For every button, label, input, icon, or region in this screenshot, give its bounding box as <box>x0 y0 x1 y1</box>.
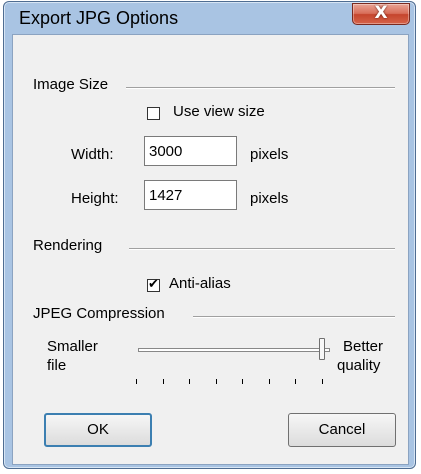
slider-tick <box>295 379 297 384</box>
use-view-size-label[interactable]: Use view size <box>173 103 265 120</box>
dialog-title: Export JPG Options <box>19 8 179 28</box>
rendering-section-label: Rendering <box>33 237 103 254</box>
rendering-divider <box>129 248 395 250</box>
slider-tick <box>162 379 164 384</box>
close-button[interactable]: X <box>352 3 410 25</box>
anti-alias-label[interactable]: Anti-alias <box>169 275 231 292</box>
jpeg-compression-divider <box>193 316 395 318</box>
width-label: Width: <box>71 146 114 163</box>
image-size-divider <box>126 87 395 89</box>
ok-button[interactable]: OK <box>44 413 152 447</box>
smaller-label-line2: file <box>47 357 67 374</box>
height-label: Height: <box>71 190 119 207</box>
smaller-label-line1: Smaller <box>47 338 98 355</box>
height-unit-label: pixels <box>250 190 289 207</box>
quality-slider-thumb[interactable] <box>319 338 325 360</box>
height-input[interactable] <box>144 180 237 210</box>
cancel-button[interactable]: Cancel <box>288 413 396 447</box>
slider-tick <box>322 379 323 384</box>
title-bar[interactable]: Export JPG Options X <box>4 2 415 36</box>
slider-tick <box>136 379 137 384</box>
jpeg-compression-section-label: JPEG Compression <box>33 305 165 322</box>
export-jpg-options-dialog: Export JPG Options X Image Size Use view… <box>3 1 416 469</box>
width-unit-label: pixels <box>250 146 289 163</box>
better-label-line1: Better <box>343 338 384 355</box>
slider-tick <box>215 379 217 384</box>
width-input[interactable] <box>144 136 237 166</box>
use-view-size-checkbox[interactable] <box>147 107 160 120</box>
slider-tick <box>242 379 244 384</box>
image-size-section-label: Image Size <box>33 76 109 93</box>
quality-slider-track[interactable] <box>138 348 330 352</box>
checkmark-icon: ✔ <box>148 277 159 292</box>
better-label-line2: quality <box>337 357 381 374</box>
dialog-content: Image Size Use view size Width: pixels H… <box>12 34 409 465</box>
slider-tick <box>268 379 270 384</box>
anti-alias-checkbox[interactable]: ✔ <box>147 277 160 292</box>
close-icon: X <box>374 3 388 23</box>
slider-tick <box>189 379 191 384</box>
